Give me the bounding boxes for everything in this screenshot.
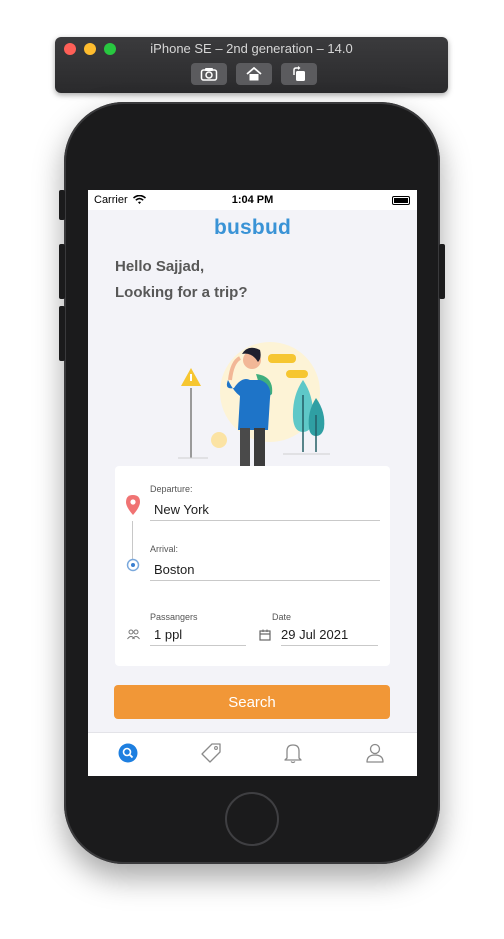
date-underline bbox=[281, 645, 378, 646]
passengers-underline bbox=[150, 645, 246, 646]
destination-dot-icon bbox=[126, 558, 140, 572]
passengers-icon bbox=[127, 629, 140, 640]
passengers-label: Passangers bbox=[150, 612, 198, 622]
volume-up-button bbox=[59, 244, 65, 299]
arrival-underline bbox=[150, 580, 380, 581]
tab-notifications[interactable] bbox=[281, 741, 305, 765]
profile-icon bbox=[366, 743, 384, 763]
greeting-subtitle: Looking for a trip? bbox=[115, 284, 248, 301]
route-connector bbox=[132, 521, 133, 559]
departure-underline bbox=[150, 520, 380, 521]
departure-label: Departure: bbox=[150, 484, 193, 494]
rotate-button[interactable] bbox=[281, 63, 317, 85]
app-logo: busbud bbox=[213, 216, 292, 239]
battery-icon bbox=[392, 196, 410, 205]
calendar-icon bbox=[259, 629, 271, 641]
home-icon bbox=[246, 67, 262, 81]
tab-deals[interactable] bbox=[199, 741, 223, 765]
status-bar: Carrier 1:04 PM bbox=[88, 190, 417, 210]
mute-switch bbox=[59, 190, 65, 220]
bell-icon bbox=[284, 744, 302, 764]
date-input[interactable]: 29 Jul 2021 bbox=[281, 627, 348, 642]
simulator-title: iPhone SE – 2nd generation – 14.0 bbox=[150, 41, 353, 56]
screenshot-icon bbox=[200, 68, 218, 81]
arrival-label: Arrival: bbox=[150, 544, 179, 554]
app-screen: Carrier 1:04 PM busbud Hello Sajjad, Loo… bbox=[88, 190, 417, 776]
departure-input[interactable]: New York bbox=[154, 502, 209, 517]
trip-search-form: Departure: New York Arrival: Boston Pass… bbox=[115, 466, 390, 666]
screenshot-button[interactable] bbox=[191, 63, 227, 85]
arrival-input[interactable]: Boston bbox=[154, 562, 194, 577]
tag-icon bbox=[201, 743, 221, 763]
search-icon bbox=[118, 743, 138, 763]
greeting-title: Hello Sajjad, bbox=[115, 258, 205, 275]
home-button[interactable] bbox=[236, 63, 272, 85]
tab-profile[interactable] bbox=[363, 741, 387, 765]
rotate-icon bbox=[293, 66, 305, 81]
tab-bar bbox=[88, 732, 417, 776]
search-button[interactable]: Search bbox=[114, 685, 390, 719]
date-label: Date bbox=[272, 612, 292, 622]
power-button bbox=[439, 244, 445, 299]
home-hardware-button[interactable] bbox=[225, 792, 279, 846]
traveler-illustration bbox=[178, 342, 330, 466]
tab-search[interactable] bbox=[116, 741, 140, 765]
volume-down-button bbox=[59, 306, 65, 361]
status-time: 1:04 PM bbox=[231, 194, 274, 206]
passengers-input[interactable]: 1 ppl bbox=[154, 627, 182, 642]
location-pin-icon bbox=[126, 495, 140, 515]
simulator-toolbar: iPhone SE – 2nd generation – 14.0 bbox=[55, 37, 448, 93]
